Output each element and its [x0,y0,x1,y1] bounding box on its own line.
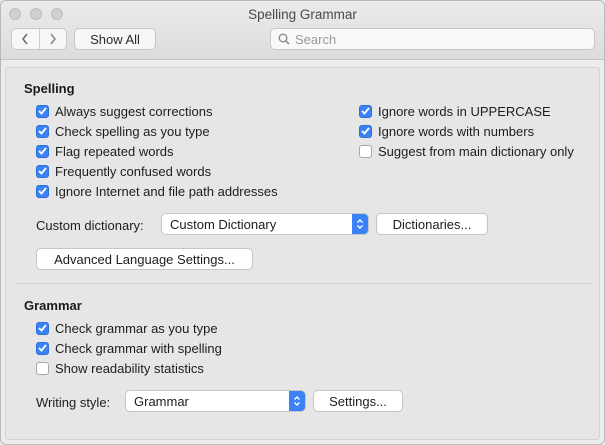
checkbox-label: Always suggest corrections [55,103,213,119]
checkmark-icon [36,164,49,178]
checkmark-icon [36,124,49,138]
chevron-right-icon [50,33,56,45]
checkbox-label: Check grammar as you type [55,320,218,336]
checkbox-label: Show readability statistics [55,360,204,376]
checkmark-icon [359,124,372,138]
checkbox-label: Flag repeated words [55,143,174,159]
preferences-window: Spelling Grammar Show All Spelling Alwa [0,0,605,445]
suggest-main-dictionary-checkbox[interactable]: Suggest from main dictionary only [359,143,574,159]
checkbox-label: Ignore words in UPPERCASE [378,103,551,119]
search-field[interactable] [270,28,595,50]
check-grammar-as-you-type-checkbox[interactable]: Check grammar as you type [36,320,218,336]
toolbar: Spelling Grammar Show All [1,1,604,60]
ignore-words-with-numbers-checkbox[interactable]: Ignore words with numbers [359,123,534,139]
preferences-panel: Spelling Always suggest corrections Chec… [5,67,600,440]
checkbox-label: Frequently confused words [55,163,212,179]
dictionaries-button[interactable]: Dictionaries... [376,213,488,235]
writing-style-value: Grammar [134,393,189,409]
writing-style-label: Writing style: [36,395,111,410]
back-button[interactable] [12,29,39,49]
checkbox-label: Ignore words with numbers [378,123,535,139]
checkmark-icon [36,321,49,335]
custom-dictionary-value: Custom Dictionary [170,216,277,232]
checkmark-icon [36,341,49,355]
ignore-uppercase-checkbox[interactable]: Ignore words in UPPERCASE [359,103,551,119]
up-down-chevron-icon [352,214,368,234]
writing-style-select[interactable]: Grammar [125,390,306,412]
checkmark-icon [36,184,49,198]
checkbox-box [359,144,372,158]
checkbox-label: Check spelling as you type [55,123,210,139]
checkmark-icon [359,104,372,118]
back-forward-control [11,28,67,50]
chevron-left-icon [22,33,28,45]
checkbox-label: Check grammar with spelling [55,340,222,356]
custom-dictionary-label: Custom dictionary: [36,218,144,233]
custom-dictionary-select[interactable]: Custom Dictionary [161,213,369,235]
show-readability-statistics-checkbox[interactable]: Show readability statistics [36,360,204,376]
grammar-section-title: Grammar [24,298,82,313]
flag-repeated-words-checkbox[interactable]: Flag repeated words [36,143,174,159]
ignore-internet-addresses-checkbox[interactable]: Ignore Internet and file path addresses [36,183,278,199]
section-divider [16,283,591,284]
spelling-section-title: Spelling [24,81,75,96]
checkbox-box [36,361,49,375]
window-title: Spelling Grammar [248,7,357,22]
frequently-confused-words-checkbox[interactable]: Frequently confused words [36,163,211,179]
show-all-button[interactable]: Show All [74,28,156,50]
forward-button[interactable] [38,29,67,49]
checkbox-label: Ignore Internet and file path addresses [55,183,278,199]
check-grammar-with-spelling-checkbox[interactable]: Check grammar with spelling [36,340,222,356]
checkmark-icon [36,144,49,158]
advanced-language-settings-button[interactable]: Advanced Language Settings... [36,248,253,270]
grammar-settings-button[interactable]: Settings... [313,390,403,412]
up-down-chevron-icon [289,391,305,411]
checkbox-label: Suggest from main dictionary only [378,143,574,159]
check-spelling-as-you-type-checkbox[interactable]: Check spelling as you type [36,123,210,139]
search-input[interactable] [295,31,575,47]
always-suggest-corrections-checkbox[interactable]: Always suggest corrections [36,103,213,119]
checkmark-icon [36,104,49,118]
search-icon [278,33,290,45]
